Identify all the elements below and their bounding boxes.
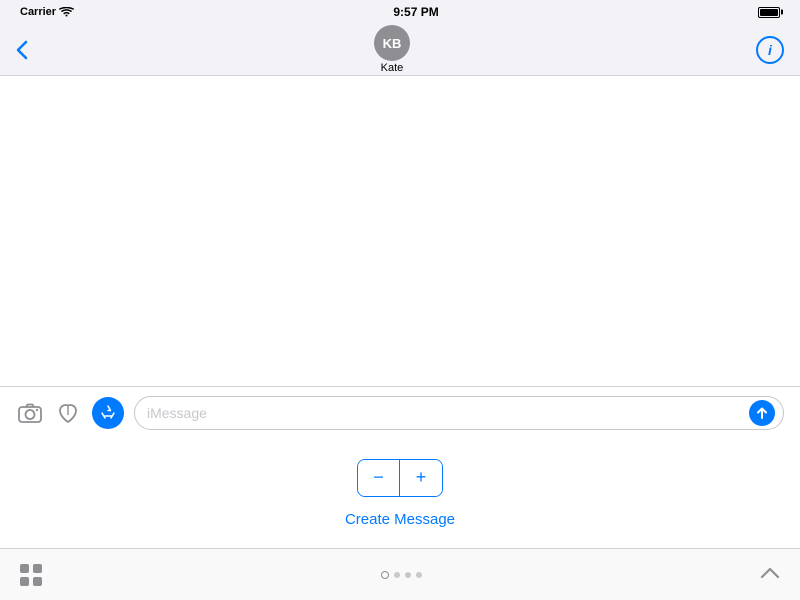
contact-name: Kate [381, 62, 404, 74]
appstore-button[interactable] [92, 397, 124, 429]
page-dot-circle [381, 571, 389, 579]
avatar: KB [374, 25, 410, 61]
message-input-wrapper[interactable] [134, 396, 784, 430]
nav-center: KB Kate [374, 25, 410, 74]
increment-button[interactable]: + [400, 460, 442, 496]
action-area: − + Create Message [0, 438, 800, 548]
page-dot-2 [405, 572, 411, 578]
create-message-button[interactable]: Create Message [345, 511, 455, 528]
send-button[interactable] [749, 400, 775, 426]
grid-dot-3 [20, 577, 29, 586]
page-dot-1 [394, 572, 400, 578]
expand-button[interactable] [760, 564, 780, 585]
carrier-text: Carrier [20, 6, 74, 18]
message-toolbar [0, 386, 800, 438]
page-dot-3 [416, 572, 422, 578]
page-indicators [381, 571, 422, 579]
grid-dot-4 [33, 577, 42, 586]
back-button[interactable] [16, 40, 28, 60]
time-display: 9:57 PM [393, 5, 438, 19]
app-grid-button[interactable] [20, 564, 42, 586]
grid-dot-2 [33, 564, 42, 573]
decrement-button[interactable]: − [358, 460, 400, 496]
battery-icon [758, 7, 780, 18]
navigation-bar: KB Kate i [0, 24, 800, 76]
wifi-icon [59, 7, 74, 18]
message-content-area [0, 76, 800, 386]
camera-button[interactable] [16, 399, 44, 427]
message-input[interactable] [147, 405, 749, 421]
status-bar: Carrier 9:57 PM [0, 0, 800, 24]
info-button[interactable]: i [756, 36, 784, 64]
increment-decrement-buttons: − + [357, 459, 443, 497]
digitaltouch-button[interactable] [54, 399, 82, 427]
battery-indicator [758, 7, 780, 18]
grid-dot-1 [20, 564, 29, 573]
bottom-tab-bar [0, 548, 800, 600]
